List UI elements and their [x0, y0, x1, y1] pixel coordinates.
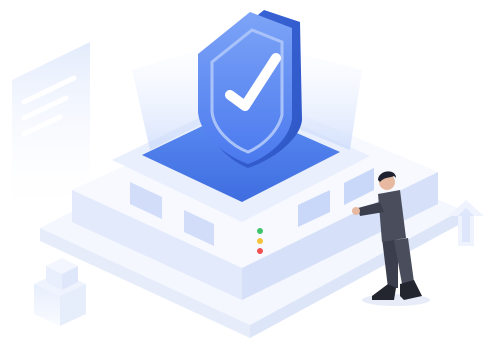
security-illustration	[12, 10, 484, 338]
status-led-green	[257, 228, 263, 234]
status-led-yellow	[257, 238, 263, 244]
stacked-cubes-icon	[34, 258, 86, 326]
status-led-red	[257, 248, 263, 254]
